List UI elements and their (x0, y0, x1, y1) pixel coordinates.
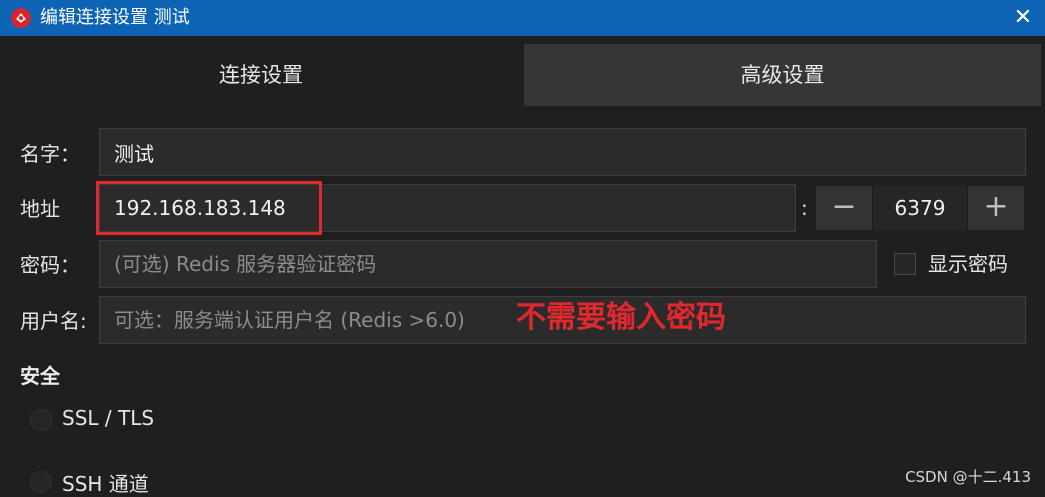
title-bar: 编辑连接设置 测试 ✕ (0, 0, 1045, 36)
show-password-checkbox[interactable] (894, 253, 916, 275)
tab-advanced-settings[interactable]: 高级设置 (524, 44, 1041, 106)
port-input[interactable]: 6379 (874, 186, 966, 230)
window-title: 编辑连接设置 测试 (40, 7, 190, 28)
ssh-tunnel-radio[interactable] (30, 471, 52, 493)
address-label: 地址 (20, 197, 60, 221)
show-password-label: 显示密码 (928, 252, 1008, 276)
password-input[interactable] (99, 240, 877, 288)
name-label: 名字： (20, 142, 80, 166)
security-section-title: 安全 (20, 364, 60, 388)
ssl-tls-radio[interactable] (30, 409, 52, 431)
close-button[interactable]: ✕ (1009, 4, 1037, 32)
redis-app-icon (11, 8, 31, 28)
port-increment-button[interactable]: + (968, 186, 1024, 230)
port-decrement-button[interactable]: − (816, 186, 872, 230)
password-label: 密码： (20, 253, 80, 277)
annotation-text: 不需要输入密码 (516, 300, 726, 335)
ssl-tls-label: SSL / TLS (62, 406, 155, 430)
address-input[interactable] (99, 184, 796, 232)
watermark: CSDN @十二.413 (905, 468, 1031, 486)
name-input[interactable] (99, 128, 1026, 176)
ssh-tunnel-label: SSH 通道 (62, 472, 149, 496)
tab-connection-settings[interactable]: 连接设置 (0, 44, 522, 106)
port-separator: : (801, 196, 808, 220)
username-label: 用户名: (20, 309, 87, 333)
